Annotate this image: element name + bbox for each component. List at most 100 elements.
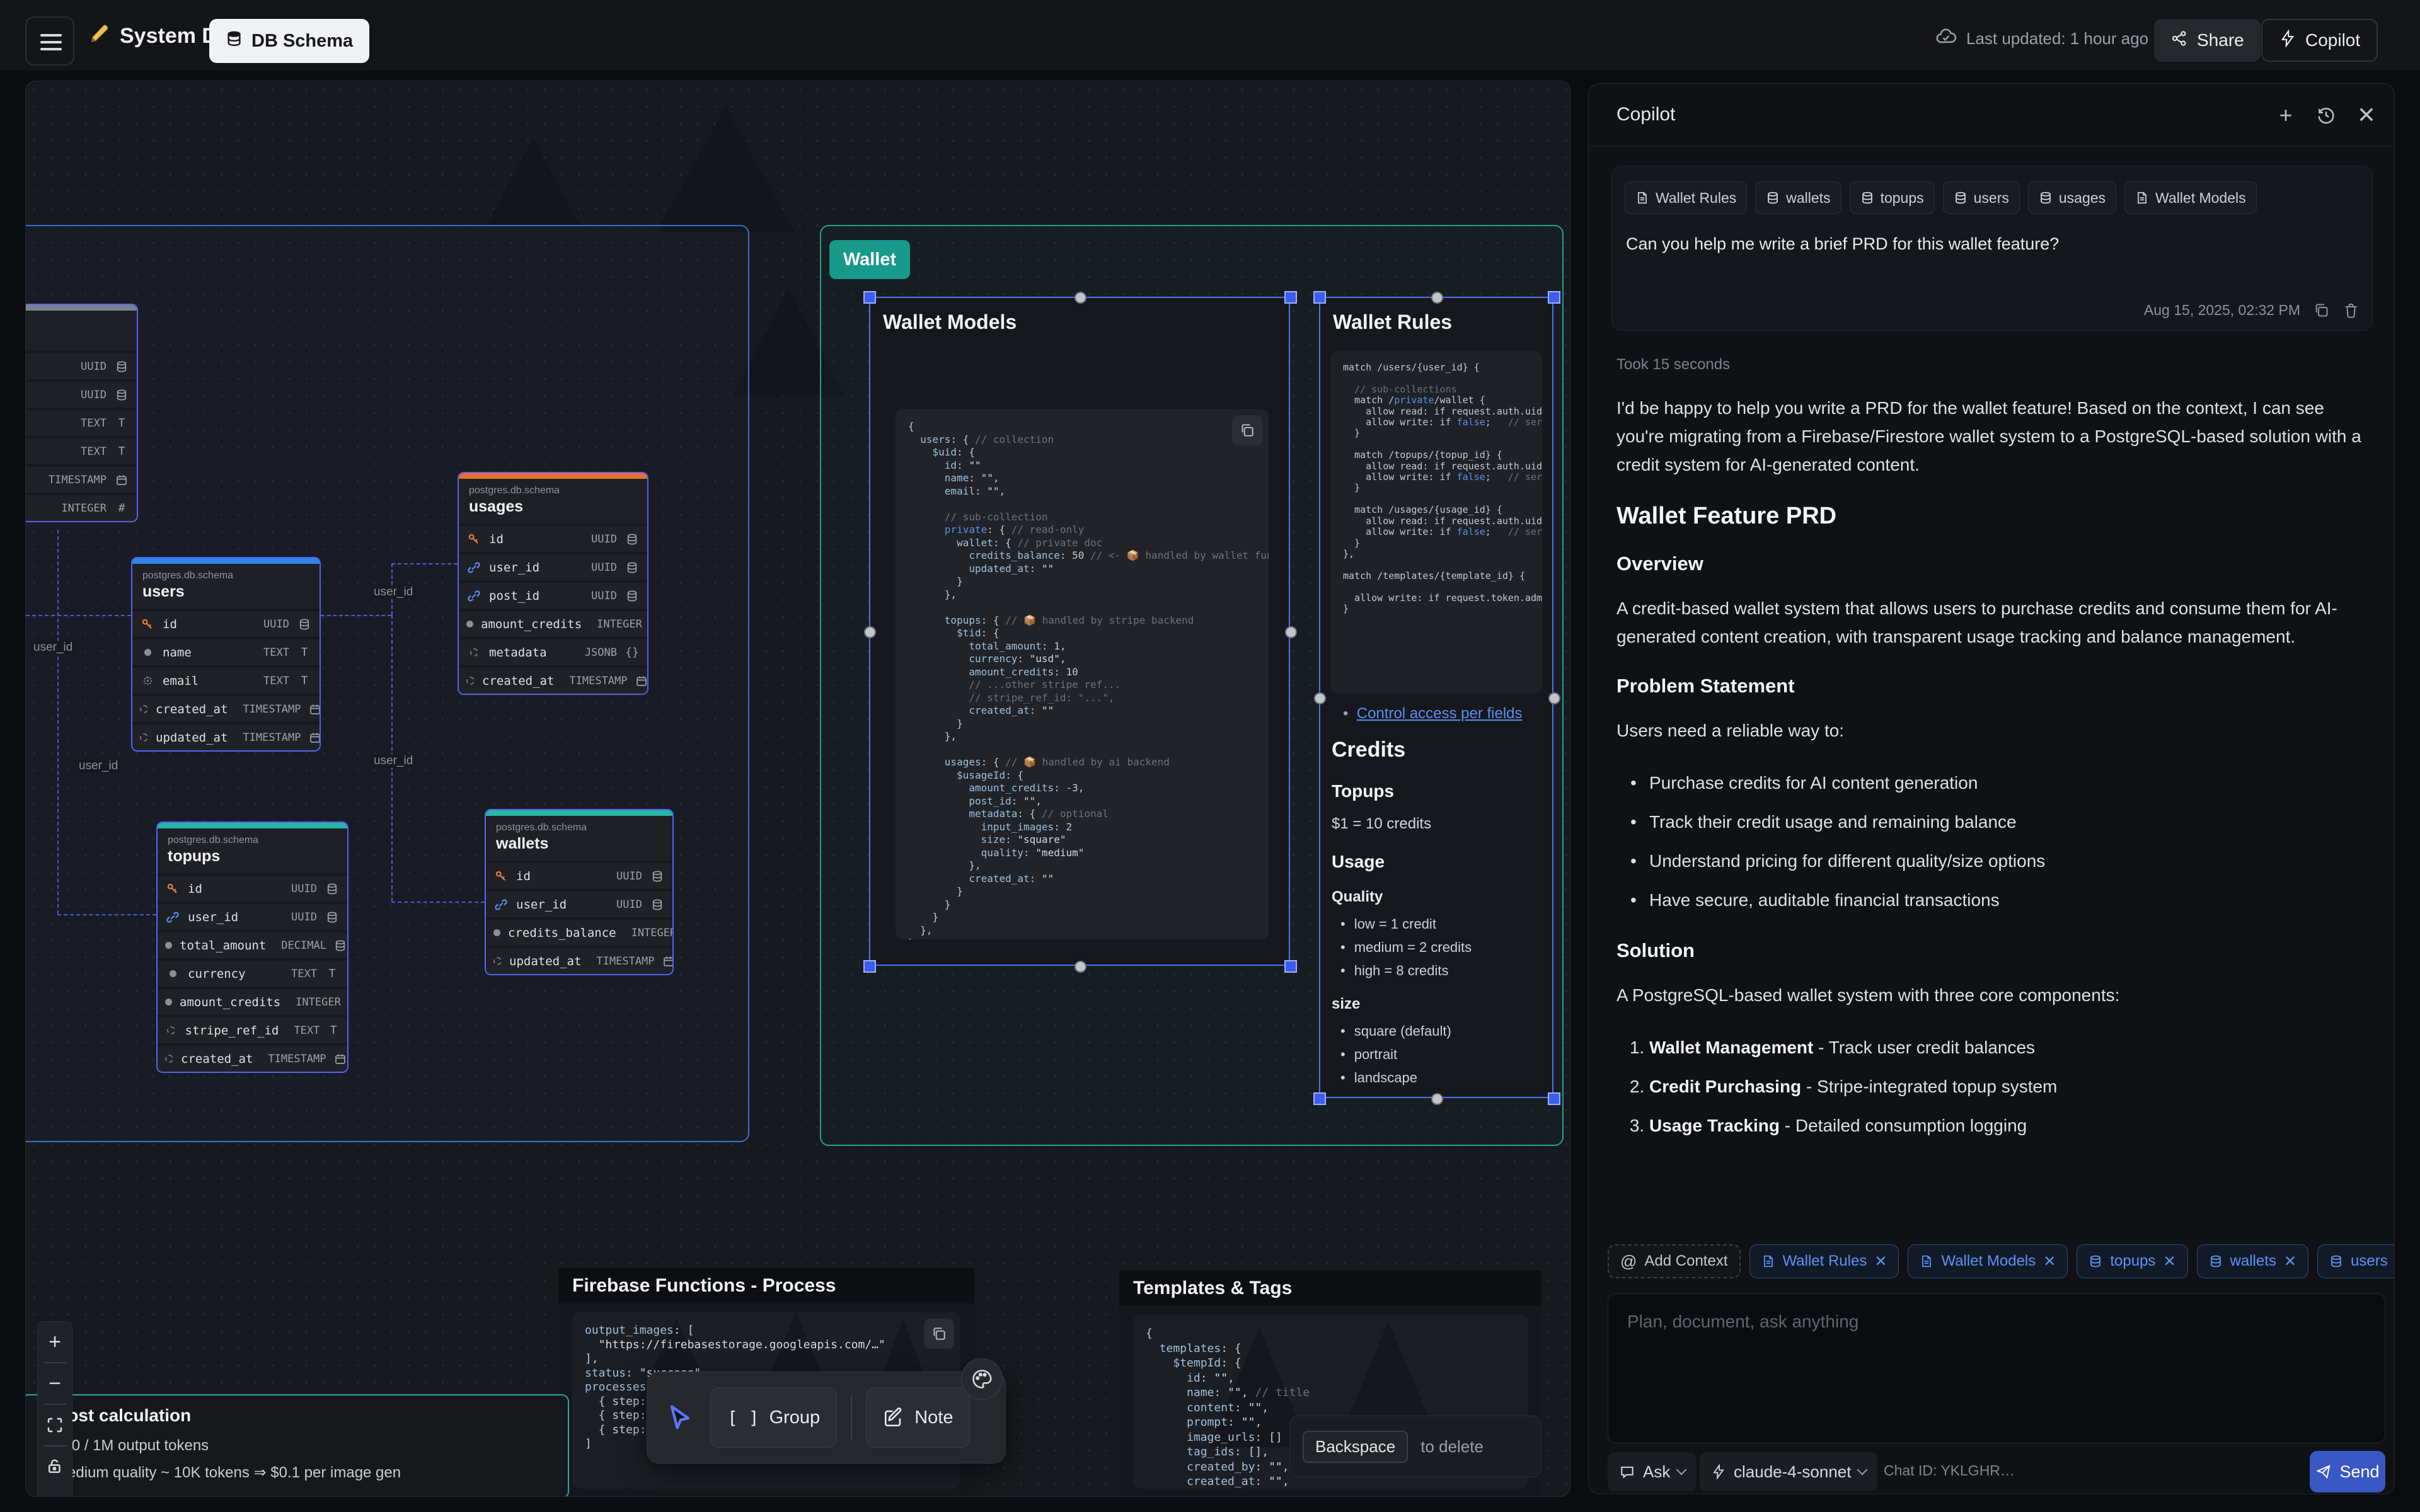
context-chip-wallet-rules[interactable]: Wallet Rules — [1625, 181, 1747, 214]
table-row-created_at[interactable]: created_at TIMESTAMP — [132, 696, 320, 722]
relation-wire — [26, 615, 131, 616]
type-cal-icon — [114, 474, 129, 486]
context-chip-wallet-rules[interactable]: Wallet Rules✕ — [1749, 1244, 1899, 1278]
document-icon — [2135, 191, 2149, 205]
copilot-toggle-button[interactable]: Copilot — [2261, 19, 2378, 62]
group-icon: [ ] — [727, 1407, 759, 1428]
wallet-models-block[interactable]: Wallet Models { users: { // collection $… — [869, 297, 1290, 966]
at-icon: @ — [1620, 1252, 1637, 1271]
tab-db-schema[interactable]: DB Schema — [209, 19, 369, 63]
copy-icon[interactable] — [924, 1319, 954, 1349]
note-icon — [883, 1407, 904, 1428]
table-row[interactable]: TEXTT — [25, 410, 137, 436]
chat-input[interactable]: Plan, document, ask anything — [1608, 1293, 2385, 1443]
context-chip-users[interactable]: users✕ — [2317, 1244, 2395, 1278]
table-row-user_id[interactable]: user_id UUID — [486, 891, 672, 917]
control-access-link[interactable]: Control access per fields — [1357, 705, 1523, 722]
relation-wire — [57, 914, 156, 915]
table-row-id[interactable]: id UUID — [459, 526, 647, 552]
list-item: low = 1 credit — [1340, 916, 1546, 932]
table-row-name[interactable]: name TEXT T — [132, 639, 320, 665]
context-chip-wallets[interactable]: wallets — [1755, 181, 1841, 214]
history-icon[interactable] — [2312, 101, 2340, 129]
table-row-metadata[interactable]: metadata JSONB {} — [459, 639, 647, 665]
wallet-rules-block[interactable]: Wallet Rules match /users/{user_id} { //… — [1319, 297, 1553, 1098]
table-row-email[interactable]: email TEXT T — [132, 668, 320, 694]
type-num-icon: # — [114, 501, 129, 515]
table-row-amount_credits[interactable]: amount_credits INTEGER # — [459, 611, 647, 637]
copy-icon[interactable] — [1232, 415, 1262, 445]
lock-button[interactable] — [37, 1446, 72, 1487]
table-row-total_amount[interactable]: total_amount DECIMAL — [158, 932, 347, 958]
cursor-icon[interactable] — [664, 1401, 696, 1434]
type-cal-icon — [309, 731, 321, 744]
table-row-updated_at[interactable]: updated_at TIMESTAMP — [486, 948, 672, 974]
table-row[interactable]: UUID — [25, 353, 137, 379]
remove-icon[interactable]: ✕ — [2043, 1252, 2056, 1271]
palette-icon[interactable] — [961, 1358, 1003, 1400]
table-row[interactable]: TEXTT — [25, 438, 137, 464]
database-icon — [2209, 1254, 2223, 1268]
trash-icon[interactable] — [2342, 302, 2360, 319]
copilot-panel: Copilot + ✕ Wallet Ruleswalletstopupsuse… — [1588, 83, 2395, 1494]
table-row[interactable]: UUID — [25, 382, 137, 408]
add-context-button[interactable]: @ Add Context — [1608, 1244, 1741, 1278]
type-db-icon — [325, 911, 340, 924]
zoom-out-button[interactable]: − — [37, 1363, 72, 1404]
table-row-created_at[interactable]: created_at TIMESTAMP — [459, 668, 647, 694]
table-wallets[interactable]: postgres.db.schema wallets id UUID user_… — [485, 809, 674, 975]
fit-view-button[interactable] — [37, 1405, 72, 1445]
context-chip-topups[interactable]: topups✕ — [2077, 1244, 2187, 1278]
context-chip-users[interactable]: users — [1943, 181, 2020, 214]
close-icon[interactable]: ✕ — [2353, 101, 2380, 129]
table-row-updated_at[interactable]: updated_at TIMESTAMP — [132, 724, 320, 750]
model-dropdown[interactable]: claude-4-sonnet — [1700, 1452, 1877, 1491]
zoom-in-button[interactable]: + — [37, 1322, 72, 1362]
remove-icon[interactable]: ✕ — [2284, 1252, 2296, 1271]
type-db-icon — [625, 590, 640, 602]
backspace-hint: Backspace to delete — [1289, 1416, 1541, 1477]
table-partial[interactable]: UUID UUID TEXTT TEXTT TIMESTAMP INTEGER# — [25, 304, 138, 522]
context-chip-wallets[interactable]: wallets✕ — [2197, 1244, 2308, 1278]
response-p: A credit-based wallet system that allows… — [1616, 594, 2373, 651]
table-row[interactable]: TIMESTAMP — [25, 467, 137, 493]
table-row-id[interactable]: id UUID — [158, 876, 347, 902]
list-item: high = 8 credits — [1340, 963, 1546, 979]
cost-calculation-note[interactable]: Cost calculation $10 / 1M output tokens … — [25, 1394, 569, 1497]
table-row-user_id[interactable]: user_id UUID — [459, 554, 647, 580]
note-button[interactable]: Note — [866, 1387, 970, 1448]
share-button[interactable]: Share — [2154, 19, 2261, 62]
context-chip-wallet-models[interactable]: Wallet Models✕ — [1908, 1244, 2068, 1278]
table-users[interactable]: postgres.db.schema users id UUID name TE… — [131, 557, 321, 752]
table-row-currency[interactable]: currency TEXT T — [158, 961, 347, 987]
table-row-id[interactable]: id UUID — [486, 863, 672, 889]
table-row-amount_credits[interactable]: amount_credits INTEGER # — [158, 989, 347, 1015]
context-chip-topups[interactable]: topups — [1850, 181, 1935, 214]
diagram-canvas[interactable]: Wallet user_id user_id user_id user_id p… — [25, 81, 1570, 1497]
table-row-user_id[interactable]: user_id UUID — [158, 904, 347, 930]
table-row-post_id[interactable]: post_id UUID — [459, 583, 647, 609]
table-row-created_at[interactable]: created_at TIMESTAMP — [158, 1046, 347, 1072]
table-row[interactable]: INTEGER# — [25, 495, 137, 521]
response-h2: Problem Statement — [1616, 675, 2373, 697]
copy-icon[interactable] — [2313, 302, 2330, 319]
remove-icon[interactable]: ✕ — [2163, 1252, 2175, 1271]
user-message-card: Wallet Ruleswallets topupsusersusagesWall… — [1611, 166, 2373, 331]
ask-mode-dropdown[interactable]: Ask — [1608, 1452, 1697, 1491]
table-row-credits_balance[interactable]: credits_balance INTEGER # — [486, 920, 672, 946]
wallet-group-label[interactable]: Wallet — [829, 240, 910, 279]
canvas-toolbar: [ ] Group Note — [647, 1372, 1006, 1463]
table-row-stripe_ref_id[interactable]: stripe_ref_id TEXT T — [158, 1017, 347, 1043]
group-button[interactable]: [ ] Group — [710, 1387, 837, 1448]
remove-icon[interactable]: ✕ — [1874, 1252, 1887, 1271]
context-chip-wallet-models[interactable]: Wallet Models — [2124, 181, 2257, 214]
menu-icon[interactable] — [25, 16, 74, 66]
send-button[interactable]: Send — [2310, 1451, 2385, 1492]
table-row-id[interactable]: id UUID — [132, 611, 320, 637]
table-usages[interactable]: postgres.db.schema usages id UUID user_i… — [458, 472, 648, 695]
table-topups[interactable]: postgres.db.schema topups id UUID user_i… — [156, 822, 349, 1073]
new-chat-icon[interactable]: + — [2272, 101, 2300, 129]
document-icon — [1920, 1254, 1933, 1268]
context-chip-usages[interactable]: usages — [2028, 181, 2116, 214]
response-duration: Took 15 seconds — [1616, 356, 1730, 374]
